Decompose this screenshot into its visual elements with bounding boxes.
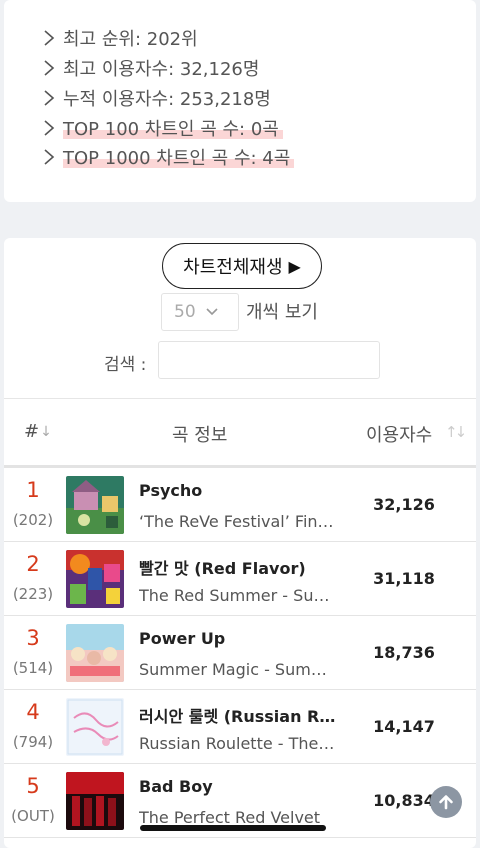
table-row[interactable]: 2 (223) 빨간 맛 (Red Flavor) The Red Summer… — [4, 542, 476, 616]
album-cover[interactable] — [66, 624, 124, 682]
home-indicator — [140, 825, 326, 831]
chevron-right-icon — [44, 60, 55, 76]
stat-top1000: TOP 1000 차트인 곡 수: 4곡 — [40, 143, 295, 171]
rank-number: 3 — [26, 626, 40, 650]
column-listeners-header[interactable]: 이용자수 — [366, 421, 432, 447]
search-label: 검색 : — [104, 355, 147, 375]
arrow-up-icon — [439, 795, 453, 810]
chevron-right-icon — [44, 120, 55, 136]
previous-rank: (514) — [12, 659, 54, 677]
scroll-top-button[interactable] — [430, 786, 462, 818]
search-input[interactable] — [158, 341, 380, 379]
play-all-button[interactable]: 차트전체재생 ▶ — [162, 243, 322, 289]
page-size-value: 50 — [174, 302, 196, 322]
play-all-label: 차트전체재생 — [183, 257, 283, 278]
table-row[interactable]: 4 (794) 러시안 룰렛 (Russian Roulette) Russia… — [4, 690, 476, 764]
album-name[interactable]: Russian Roulette - The 3rd Mini Album — [139, 734, 339, 753]
column-info-header: 곡 정보 — [172, 425, 228, 446]
chevron-right-icon — [44, 90, 55, 106]
listener-count: 18,736 — [373, 643, 435, 662]
sort-down-icon: ↓ — [40, 423, 52, 440]
album-cover[interactable] — [66, 698, 124, 756]
listener-count: 32,126 — [373, 495, 435, 514]
chevron-right-icon — [44, 149, 55, 165]
table-row[interactable]: 1 (202) Psycho ‘The ReVe Festival’ Final… — [4, 468, 476, 542]
song-title[interactable]: Psycho — [139, 481, 339, 500]
stat-top100: TOP 100 차트인 곡 수: 0곡 — [40, 114, 283, 142]
stat-peak-rank: 최고 순위: 202위 — [40, 24, 198, 52]
album-cover[interactable] — [66, 476, 124, 534]
previous-rank: (202) — [12, 511, 54, 529]
table-header: # ↓ 곡 정보 이용자수 ↑↓ — [4, 398, 476, 468]
song-title[interactable]: 빨간 맛 (Red Flavor) — [139, 555, 339, 579]
rank-number: 5 — [26, 774, 40, 798]
sort-toggle-icon[interactable]: ↑↓ — [445, 423, 467, 441]
table-row[interactable]: 3 (514) Power Up Summer Magic - Summer M… — [4, 616, 476, 690]
column-rank-label: # — [24, 421, 40, 442]
album-cover[interactable] — [66, 550, 124, 608]
rank-number: 1 — [26, 478, 40, 502]
page-size-select[interactable]: 50 — [161, 293, 239, 331]
previous-rank: (OUT) — [11, 807, 55, 825]
stat-total-listeners: 누적 이용자수: 253,218명 — [40, 84, 271, 112]
page-size-label: 개씩 보기 — [246, 302, 318, 323]
play-icon: ▶ — [288, 256, 301, 276]
song-title[interactable]: Bad Boy — [139, 777, 339, 796]
album-cover[interactable] — [66, 772, 124, 830]
rank-number: 4 — [26, 700, 40, 724]
listener-count: 14,147 — [373, 717, 435, 736]
chart-card: 차트전체재생 ▶ 50 개씩 보기 검색 : # ↓ 곡 정보 이용자수 ↑↓ … — [4, 238, 476, 848]
album-name[interactable]: ‘The ReVe Festival’ Finale — [139, 512, 339, 531]
chevron-right-icon — [44, 30, 55, 46]
previous-rank: (223) — [12, 585, 54, 603]
stats-card: 최고 순위: 202위 최고 이용자수: 32,126명 누적 이용자수: 25… — [4, 0, 476, 202]
stat-peak-listeners: 최고 이용자수: 32,126명 — [40, 54, 259, 82]
song-title[interactable]: 러시안 룰렛 (Russian Roulette) — [139, 703, 339, 727]
previous-rank: (794) — [12, 733, 54, 751]
song-title[interactable]: Power Up — [139, 629, 339, 648]
rank-number: 2 — [26, 552, 40, 576]
column-rank-header[interactable]: # ↓ — [24, 421, 52, 442]
album-name[interactable]: The Red Summer - Summer Mini Album — [139, 586, 339, 605]
chevron-down-icon — [206, 308, 218, 316]
listener-count: 31,118 — [373, 569, 435, 588]
album-name[interactable]: Summer Magic - Summer Mini Album — [139, 660, 339, 679]
